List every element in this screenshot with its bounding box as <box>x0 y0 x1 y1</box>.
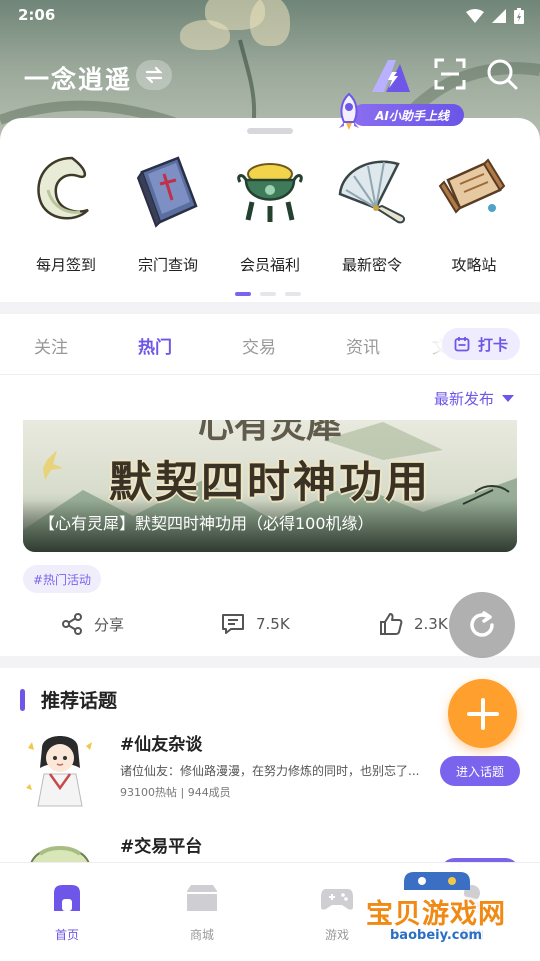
carousel-dot <box>260 292 276 296</box>
refresh-icon <box>470 611 494 637</box>
rocket-icon <box>339 92 359 130</box>
share-icon <box>62 613 82 635</box>
quick-item-label: 最新密令 <box>341 256 402 274</box>
ai-badge-label: AI小助手上线 <box>352 104 464 126</box>
gamepad-icon <box>321 889 353 910</box>
status-bar: 2:06 <box>0 0 540 32</box>
topic-item[interactable]: #交易平台 <box>0 830 540 862</box>
ai-assistant-logo-icon[interactable] <box>370 58 414 94</box>
nav-label: 首页 <box>54 928 79 942</box>
sort-label: 最新发布 <box>433 390 494 408</box>
battery-icon <box>514 8 524 24</box>
section-divider <box>0 302 540 314</box>
checkin-label: 打卡 <box>477 335 508 354</box>
tab-hot[interactable]: 热门 <box>138 333 172 358</box>
quick-item-sect-query[interactable]: 宗门查询 <box>118 150 218 275</box>
cauldron-icon <box>237 163 303 222</box>
quick-item-label: 宗门查询 <box>137 256 198 274</box>
banner-top-text: 心有灵犀 <box>197 420 342 446</box>
like-button[interactable]: 2.3K <box>378 612 448 636</box>
status-time: 2:06 <box>18 6 56 24</box>
calendar-icon <box>454 337 470 352</box>
carousel-indicator <box>235 292 301 296</box>
signal-icon <box>492 9 506 23</box>
quick-item-latest-codes[interactable]: 最新密令 <box>322 150 422 275</box>
topic-name: #交易平台 <box>120 837 203 857</box>
home-icon <box>54 885 80 911</box>
quick-item-member-benefits[interactable]: 会员福利 <box>220 150 320 275</box>
scroll-icon <box>438 158 506 214</box>
like-count: 2.3K <box>414 615 448 633</box>
quick-item-label: 攻略站 <box>451 256 497 274</box>
switch-account-button[interactable] <box>136 60 172 90</box>
share-button[interactable]: 分享 <box>60 612 124 636</box>
create-post-button[interactable] <box>448 679 517 748</box>
search-icon[interactable] <box>486 58 518 90</box>
section-accent-bar <box>20 688 25 711</box>
plus-icon <box>466 697 499 730</box>
nav-shop[interactable]: 商城 <box>162 883 242 943</box>
nav-home[interactable]: 首页 <box>27 883 107 943</box>
topic-description: 诸位仙友：修仙路漫漫，在努力修炼的同时，也别忘了... <box>120 764 420 778</box>
quick-item-checkin[interactable]: 每月签到 <box>16 150 116 275</box>
sheet-drag-handle[interactable] <box>247 128 293 134</box>
post-tag[interactable]: #热门活动 <box>23 565 102 593</box>
tab-news[interactable]: 资讯 <box>346 333 380 358</box>
wifi-icon <box>466 9 484 23</box>
watermark: 宝贝游戏网 baobeiy.com <box>362 868 512 952</box>
quick-item-label: 会员福利 <box>239 256 300 274</box>
fan-icon <box>338 160 406 224</box>
ai-assistant-badge[interactable]: AI小助手上线 <box>334 92 466 130</box>
watermark-text: 宝贝游戏网 <box>366 899 506 930</box>
dropdown-arrow-icon <box>502 395 514 402</box>
thumbs-up-icon <box>380 613 403 635</box>
comment-count: 7.5K <box>256 615 290 633</box>
topic-avatar <box>26 736 92 807</box>
post-caption: 【心有灵犀】默契四时神功用（必得100机缘） <box>39 514 374 533</box>
tab-follow[interactable]: 关注 <box>34 333 68 358</box>
topic-meta: 93100热帖 | 944成员 <box>120 786 231 799</box>
jade-hook-icon <box>37 156 89 220</box>
topic-avatar <box>30 846 90 862</box>
recommended-topics-title: 推荐话题 <box>41 690 118 712</box>
comment-button[interactable]: 7.5K <box>220 612 290 636</box>
checkin-button[interactable]: 打卡 <box>442 328 520 360</box>
carousel-dot <box>235 292 251 296</box>
nav-label: 商城 <box>189 928 214 942</box>
post-banner-image[interactable]: 心有灵犀 默契四时神功用 【心有灵犀】默契四时神功用（必得100机缘） <box>23 420 517 552</box>
enter-topic-button[interactable]: 进入话题 <box>440 756 520 786</box>
comment-icon <box>222 614 244 634</box>
feed-tabs: 关注 热门 交易 资讯 文 打卡 <box>0 314 540 375</box>
share-label: 分享 <box>94 615 125 634</box>
quick-item-guide-site[interactable]: 攻略站 <box>424 150 524 275</box>
carousel-dot <box>285 292 301 296</box>
username-label: 一念逍遥 <box>24 65 133 94</box>
topic-name: #仙友杂谈 <box>120 735 203 755</box>
quick-menu: 每月签到 宗门查询 会员福利 最新密令 攻略站 <box>0 140 540 300</box>
recommended-topics-header: 推荐话题 <box>20 686 117 713</box>
section-divider <box>0 656 540 668</box>
refresh-button[interactable] <box>449 592 515 658</box>
scan-icon[interactable] <box>434 58 466 90</box>
swap-icon <box>145 66 163 84</box>
sort-dropdown[interactable]: 最新发布 <box>434 388 514 409</box>
tab-trade[interactable]: 交易 <box>242 333 276 358</box>
shop-icon <box>187 885 217 911</box>
quick-item-label: 每月签到 <box>35 256 96 274</box>
watermark-url: baobeiy.com <box>390 928 482 943</box>
book-icon <box>136 156 198 228</box>
topic-item[interactable]: #仙友杂谈 诸位仙友：修仙路漫漫，在努力修炼的同时，也别忘了... 93100热… <box>0 728 540 818</box>
